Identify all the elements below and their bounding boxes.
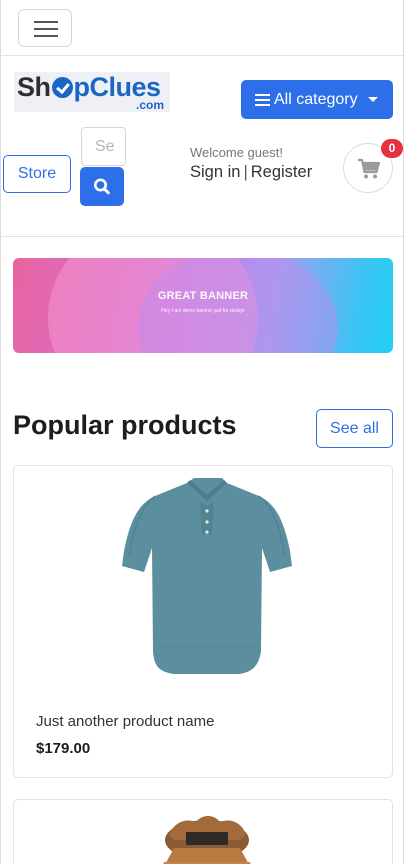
banner-subtitle: Hey I am demo banner just for design [161, 308, 245, 314]
bars-icon [255, 93, 270, 106]
site-header: Sh pClues .com All category Store Se Welc… [0, 57, 404, 237]
check-circle-icon [51, 76, 73, 98]
auth-links: Sign in | Register [190, 163, 312, 182]
top-navbar [0, 0, 404, 56]
banner-decoration [138, 258, 338, 353]
store-button[interactable]: Store [3, 155, 71, 193]
product-image-polo-shirt [122, 478, 292, 674]
product-price: $179.00 [36, 740, 91, 757]
logo-domain: .com [135, 97, 164, 112]
logo-text-right: pClues [73, 71, 162, 102]
caret-down-icon [367, 97, 378, 102]
hamburger-icon-line [34, 28, 58, 30]
all-category-button[interactable]: All category [241, 80, 393, 119]
hamburger-icon [34, 21, 58, 23]
cart-count-badge: 0 [381, 139, 403, 158]
page: Sh pClues .com All category Store Se Welc… [0, 0, 409, 864]
all-category-label: All category [274, 90, 358, 108]
sign-in-link[interactable]: Sign in [190, 163, 240, 181]
shopping-cart-icon [358, 158, 381, 179]
product-image-jacket [163, 816, 251, 864]
welcome-text: Welcome guest! [190, 145, 283, 160]
hamburger-icon-line [34, 35, 58, 37]
logo-text-left: Sh [17, 71, 51, 102]
banner-title: GREAT BANNER [157, 290, 249, 302]
see-all-button[interactable]: See all [316, 409, 393, 448]
product-card[interactable]: Just another product name $179.00 [13, 465, 393, 778]
brand-logo[interactable]: Sh pClues .com [14, 72, 170, 112]
search-input-placeholder: Se [95, 137, 115, 155]
navbar-toggler-button[interactable] [18, 9, 72, 47]
search-button[interactable] [80, 167, 124, 206]
product-name: Just another product name [36, 713, 215, 730]
logo-wordmark: Sh pClues [17, 71, 170, 102]
promo-banner[interactable]: GREAT BANNER Hey I am demo banner just f… [13, 258, 393, 353]
section-title: Popular products [13, 410, 237, 440]
register-link[interactable]: Register [251, 163, 312, 181]
search-icon [94, 178, 110, 195]
product-card[interactable] [13, 799, 393, 864]
auth-separator: | [243, 163, 248, 181]
search-input[interactable]: Se [81, 127, 126, 166]
